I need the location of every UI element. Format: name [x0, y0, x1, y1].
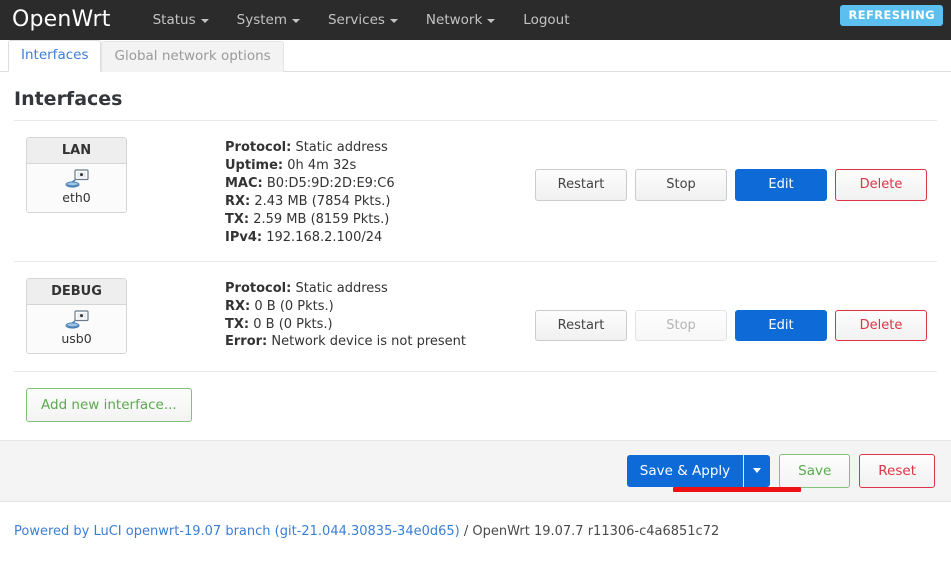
- detail-value: 0 B (0 Pkts.): [253, 316, 333, 332]
- restart-button[interactable]: Restart: [535, 169, 627, 201]
- bottom-action-bar: Save & Apply Save Reset: [0, 439, 951, 502]
- detail-rx: RX: 2.43 MB (7854 Pkts.): [225, 193, 535, 211]
- split-divider: [743, 454, 745, 487]
- ethernet-device-icon: [65, 310, 89, 329]
- detail-value: 2.59 MB (8159 Pkts.): [253, 211, 390, 227]
- detail-label: Uptime:: [225, 157, 284, 173]
- nav-item-label: Logout: [523, 12, 570, 28]
- nav-item-system[interactable]: System: [223, 12, 314, 28]
- save-and-apply-split-button[interactable]: Save & Apply: [626, 454, 771, 487]
- stop-button: Stop: [635, 309, 727, 342]
- detail-label: Error:: [225, 334, 268, 350]
- nav-item-label: Network: [425, 12, 483, 28]
- stop-button[interactable]: Stop: [635, 169, 727, 201]
- nav-item-label: Services: [327, 12, 385, 28]
- detail-label: TX:: [225, 316, 250, 332]
- nav-item-status[interactable]: Status: [139, 12, 223, 28]
- detail-value: 0 B (0 Pkts.): [254, 298, 334, 314]
- detail-ipv4: IPv4: 192.168.2.100/24: [225, 229, 535, 247]
- nav-item-logout[interactable]: Logout: [509, 12, 583, 28]
- footer: Powered by LuCI openwrt-19.07 branch (gi…: [0, 502, 951, 561]
- detail-rx: RX: 0 B (0 Pkts.): [225, 298, 535, 316]
- add-new-interface-button[interactable]: Add new interface...: [26, 387, 192, 422]
- openwrt-version-text: / OpenWrt 19.07.7 r11306-c4a6851c72: [459, 523, 720, 539]
- delete-button[interactable]: Delete: [835, 309, 927, 342]
- detail-value: Static address: [295, 140, 388, 155]
- chevron-down-icon: [487, 19, 496, 23]
- tab-global-network-options[interactable]: Global network options: [101, 41, 284, 72]
- interface-actions-lan: Restart Stop Edit Delete: [535, 137, 937, 201]
- edit-button[interactable]: Edit: [735, 309, 827, 342]
- detail-tx: TX: 2.59 MB (8159 Pkts.): [225, 211, 535, 229]
- detail-value: 192.168.2.100/24: [266, 229, 383, 245]
- main-content: Interfaces LAN eth0 Protocol: Static add…: [0, 88, 951, 440]
- detail-value: B0:D5:9D:2D:E9:C6: [266, 175, 395, 191]
- save-and-apply-button[interactable]: Save & Apply: [627, 455, 743, 487]
- chevron-down-icon: [200, 19, 209, 23]
- interface-device-box: eth0: [27, 164, 126, 212]
- page-title: Interfaces: [14, 88, 123, 110]
- interface-row-lan: LAN eth0 Protocol: Static address Uptime…: [14, 121, 937, 262]
- detail-label: RX:: [225, 193, 251, 209]
- detail-value: 0h 4m 32s: [287, 157, 357, 173]
- save-and-apply-dropdown-toggle[interactable]: [744, 455, 770, 487]
- save-button[interactable]: Save: [779, 453, 851, 488]
- add-interface-container: Add new interface...: [14, 372, 937, 440]
- interface-details-lan: Protocol: Static address Uptime: 0h 4m 3…: [225, 137, 535, 247]
- interface-details-debug: Protocol: Static address RX: 0 B (0 Pkts…: [225, 278, 535, 352]
- detail-tx: TX: 0 B (0 Pkts.): [225, 316, 535, 334]
- ethernet-device-icon: [65, 169, 89, 188]
- chevron-down-icon: [389, 19, 398, 23]
- interface-name: DEBUG: [27, 278, 126, 305]
- interface-actions-debug: Restart Stop Edit Delete: [535, 278, 937, 342]
- detail-value: Network device is not present: [271, 334, 466, 350]
- top-navbar: OpenWrt Status System Services Network L…: [0, 0, 951, 40]
- nav-item-network[interactable]: Network: [412, 12, 509, 28]
- interface-name-box: LAN eth0: [26, 137, 127, 213]
- status-badge[interactable]: REFRESHING: [840, 5, 943, 26]
- detail-protocol: Protocol: Static address: [225, 280, 535, 298]
- tab-strip: Interfaces Global network options: [0, 40, 951, 72]
- interface-device-name: eth0: [62, 190, 91, 205]
- nav-item-label: System: [236, 12, 287, 28]
- detail-error: Error: Network device is not present: [225, 333, 535, 351]
- detail-label: MAC:: [225, 175, 263, 191]
- nav-menu: Status System Services Network Logout: [139, 12, 584, 28]
- luci-version-link[interactable]: Powered by LuCI openwrt-19.07 branch (gi…: [14, 524, 460, 539]
- detail-label: TX:: [225, 211, 250, 227]
- interface-row-debug: DEBUG usb0 Protocol: Static address RX: …: [14, 262, 937, 372]
- edit-button[interactable]: Edit: [735, 169, 827, 201]
- chevron-down-icon: [753, 468, 762, 474]
- restart-button[interactable]: Restart: [535, 309, 627, 342]
- brand-logo[interactable]: OpenWrt: [12, 9, 111, 31]
- interface-name: LAN: [27, 138, 126, 164]
- reset-button[interactable]: Reset: [859, 453, 935, 488]
- interface-device-name: usb0: [61, 330, 92, 346]
- detail-label: Protocol:: [225, 280, 292, 296]
- detail-protocol: Protocol: Static address: [225, 139, 535, 157]
- detail-mac: MAC: B0:D5:9D:2D:E9:C6: [225, 175, 535, 193]
- detail-uptime: Uptime: 0h 4m 32s: [225, 157, 535, 175]
- interface-name-box: DEBUG usb0: [26, 277, 127, 354]
- red-highlight-marker: [673, 486, 801, 492]
- detail-label: Protocol:: [225, 140, 292, 155]
- interface-device-box: usb0: [27, 304, 126, 353]
- tab-interfaces[interactable]: Interfaces: [8, 40, 102, 72]
- detail-label: RX:: [225, 298, 251, 314]
- detail-value: Static address: [295, 280, 388, 296]
- nav-item-label: Status: [152, 12, 196, 28]
- detail-label: IPv4:: [225, 229, 263, 245]
- delete-button[interactable]: Delete: [835, 169, 927, 201]
- nav-item-services[interactable]: Services: [314, 12, 412, 28]
- detail-value: 2.43 MB (7854 Pkts.): [254, 193, 391, 209]
- chevron-down-icon: [291, 19, 300, 23]
